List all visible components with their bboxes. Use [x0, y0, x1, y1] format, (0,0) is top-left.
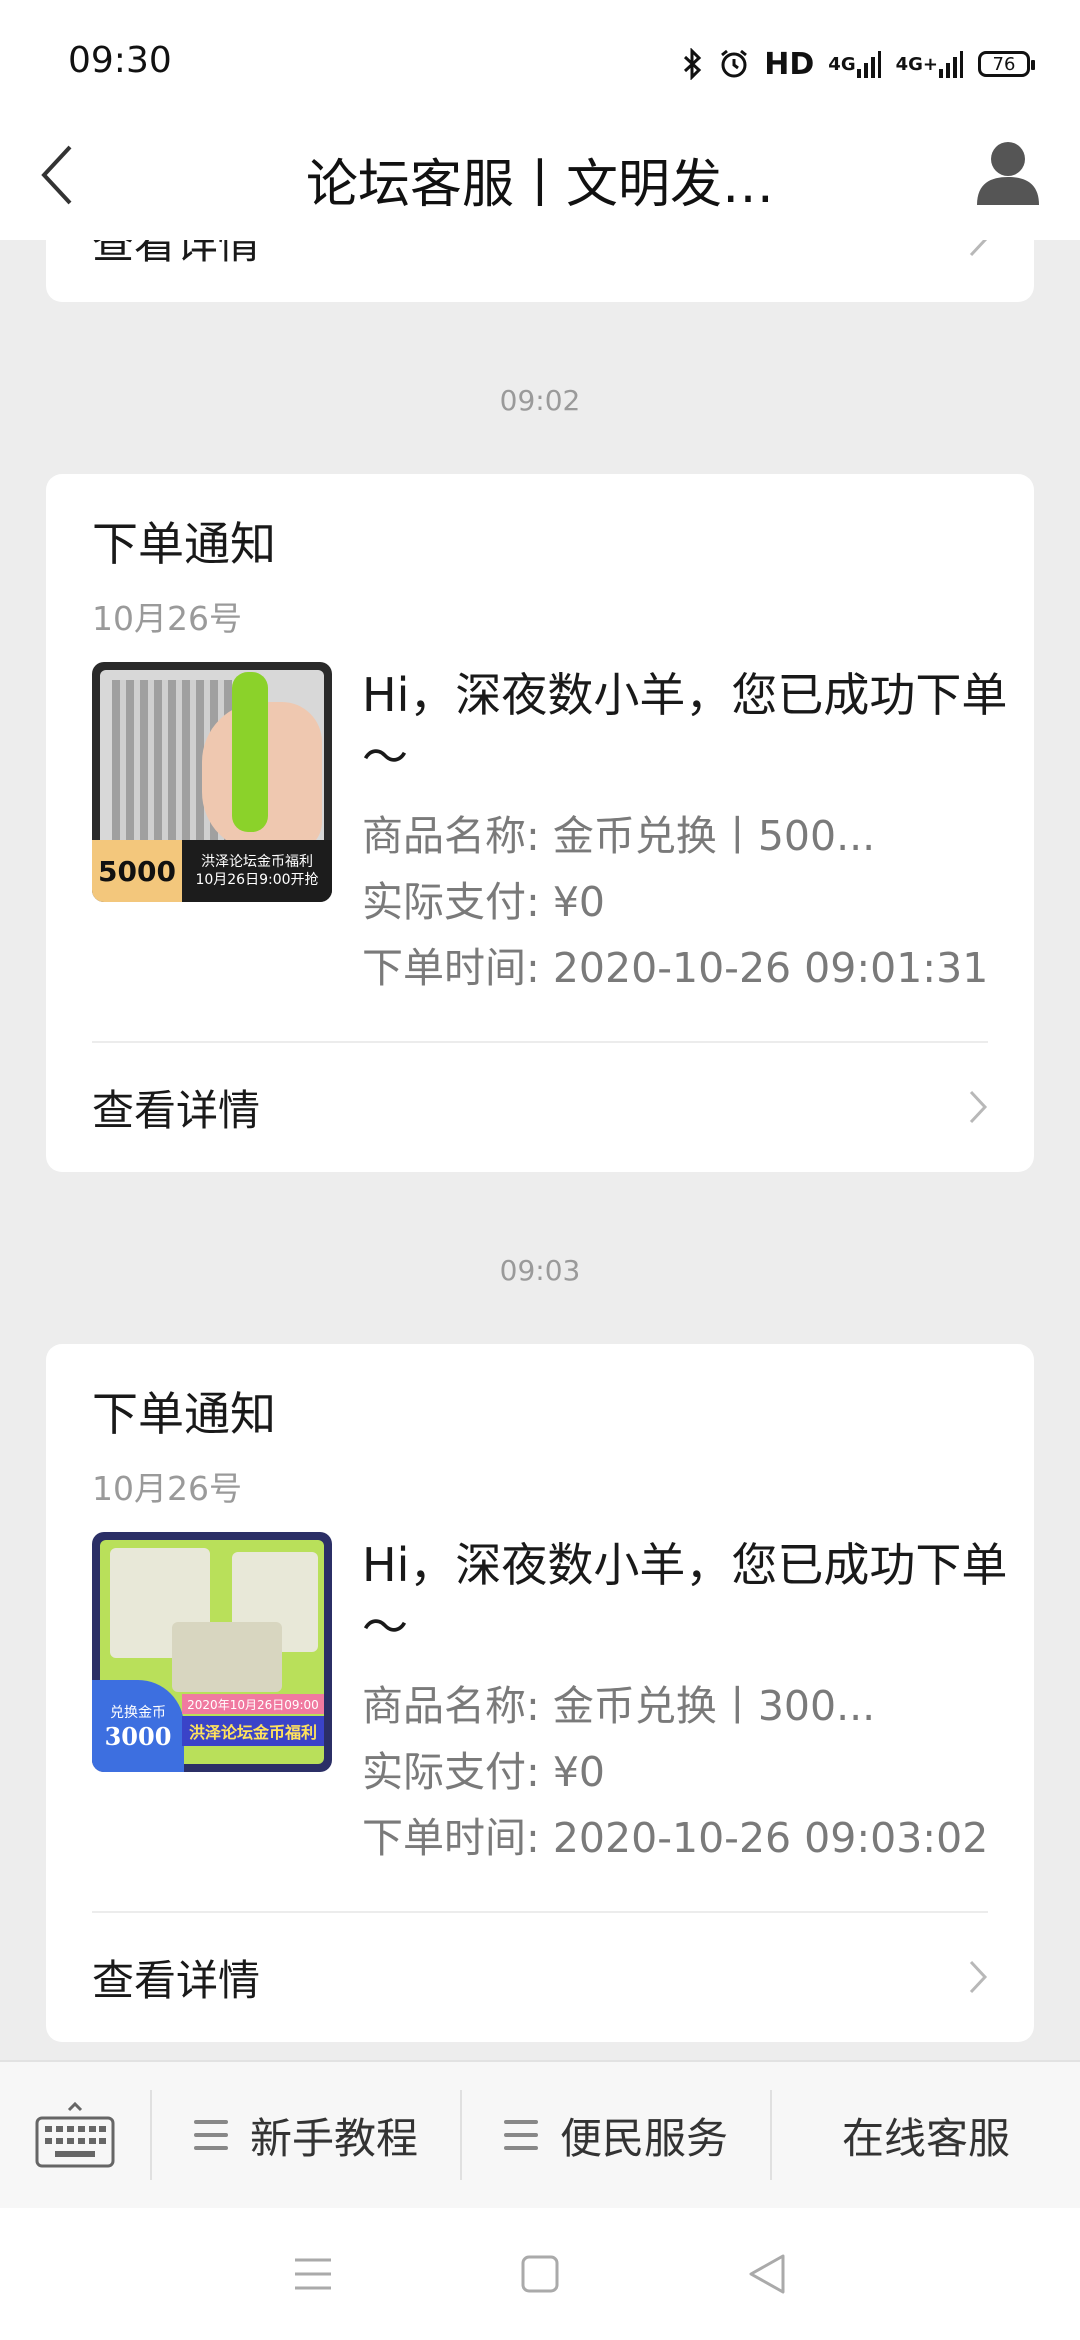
network-type-label-2: 4G+ [895, 53, 938, 75]
chevron-right-icon [969, 1090, 988, 1124]
view-details-label: 查看详情 [92, 240, 261, 268]
coin-price-badge: 兑换金币 3000 [92, 1680, 184, 1772]
square-icon [521, 2255, 559, 2293]
badge-line1: 洪泽论坛金币福利 [201, 854, 313, 870]
card-date: 10月26号 [92, 1469, 242, 1508]
person-icon [977, 142, 1039, 205]
profile-button[interactable] [968, 132, 1048, 212]
payment-amount: 实际支付: ¥0 [362, 1748, 606, 1796]
page-title: 论坛客服丨文明发… [305, 155, 774, 215]
message-list[interactable]: 查看详情 09:02 下单通知 10月26号 5000 洪泽论坛金币福利 10月… [0, 240, 1080, 2060]
message-timestamp: 09:02 [499, 384, 581, 417]
badge-label: 洪泽论坛金币福利 [182, 1716, 324, 1746]
menu-tutorial-label: 新手教程 [249, 2113, 418, 2163]
system-nav-bar [0, 2208, 1080, 2340]
menu-online-support[interactable]: 在线客服 [772, 2061, 1080, 2209]
badge-small-label: 兑换金币 [110, 1704, 166, 1721]
card-title: 下单通知 [92, 1387, 276, 1441]
menu-services[interactable]: 便民服务 [462, 2061, 770, 2209]
menu-tutorial[interactable]: 新手教程 [152, 2061, 460, 2209]
bluetooth-icon [682, 48, 704, 80]
keyboard-toggle-button[interactable] [0, 2061, 150, 2209]
message-card-partial: 查看详情 [46, 240, 1034, 302]
back-button[interactable] [26, 140, 86, 210]
menu-icon [295, 2258, 332, 2290]
coin-price-badge: 5000 [92, 840, 182, 902]
message-timestamp: 09:03 [499, 1254, 581, 1287]
menu-list-icon [193, 2120, 228, 2150]
product-image: 兑换金币 3000 2020年10月26日09:00 洪泽论坛金币福利 [92, 1532, 332, 1772]
menu-services-label: 便民服务 [559, 2113, 728, 2163]
product-name: 商品名称: 金币兑换丨300... [362, 1682, 876, 1730]
chevron-right-icon [969, 1960, 988, 1994]
view-details-link[interactable]: 查看详情 [92, 1912, 988, 2042]
network-type-label: 4G [828, 53, 856, 75]
badge-value: 3000 [104, 1721, 172, 1751]
order-notice-card[interactable]: 下单通知 10月26号 兑换金币 3000 2020年10月26日09:00 洪… [46, 1344, 1034, 2042]
view-details-label: 查看详情 [92, 1955, 261, 2005]
status-icons: HD 4G 4G+ 76 [682, 44, 1035, 84]
payment-amount: 实际支付: ¥0 [362, 878, 606, 926]
signal-icon-2: 4G+ [896, 49, 964, 79]
view-details-link[interactable]: 查看详情 [92, 1042, 988, 1172]
greeting-text: Hi，深夜数小羊，您已成功下单～ [362, 668, 1008, 784]
badge-line2: 10月26日9:00开抢 [195, 872, 319, 888]
chevron-left-icon [41, 145, 72, 205]
hd-indicator: HD [764, 46, 815, 82]
order-notice-card[interactable]: 下单通知 10月26号 5000 洪泽论坛金币福利 10月26日9:00开抢 H… [46, 474, 1034, 1172]
view-details-link[interactable]: 查看详情 [92, 240, 988, 290]
keyboard-icon [35, 2101, 115, 2168]
status-time: 09:30 [68, 40, 172, 81]
order-time: 下单时间: 2020-10-26 09:03:02 [362, 1814, 989, 1862]
recent-apps-button[interactable] [273, 2234, 353, 2314]
alarm-icon [718, 48, 750, 80]
signal-icon: 4G [828, 49, 881, 79]
nav-bar: 论坛客服丨文明发… [0, 110, 1080, 240]
product-name: 商品名称: 金币兑换丨500... [362, 812, 876, 860]
menu-online-support-label: 在线客服 [841, 2113, 1010, 2163]
system-back-button[interactable] [727, 2234, 807, 2314]
status-bar: 09:30 HD 4G 4G+ 76 [0, 0, 1080, 110]
card-date: 10月26号 [92, 599, 242, 638]
view-details-label: 查看详情 [92, 1085, 261, 1135]
card-title: 下单通知 [92, 517, 276, 571]
order-time: 下单时间: 2020-10-26 09:01:31 [362, 944, 989, 992]
triangle-back-icon [749, 2254, 785, 2294]
chevron-right-icon [969, 240, 988, 257]
official-account-menu: 新手教程 便民服务 在线客服 [0, 2060, 1080, 2208]
battery-icon: 76 [978, 51, 1035, 77]
menu-list-icon [503, 2120, 538, 2150]
greeting-text: Hi，深夜数小羊，您已成功下单～ [362, 1538, 1008, 1654]
home-button[interactable] [500, 2234, 580, 2314]
product-image: 5000 洪泽论坛金币福利 10月26日9:00开抢 [92, 662, 332, 902]
badge-date: 2020年10月26日09:00 [182, 1694, 324, 1714]
